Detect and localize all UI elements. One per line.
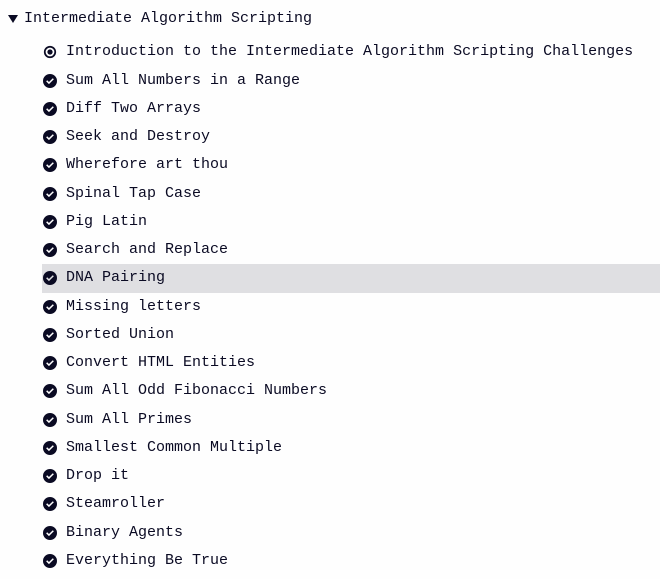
check-circle-icon (42, 412, 58, 428)
challenge-item[interactable]: DNA Pairing (42, 264, 660, 292)
challenge-label: Spinal Tap Case (66, 181, 201, 207)
challenge-item[interactable]: Everything Be True (42, 547, 660, 575)
challenge-label: Sum All Odd Fibonacci Numbers (66, 378, 327, 404)
challenge-item[interactable]: Missing letters (42, 293, 660, 321)
check-circle-icon (42, 327, 58, 343)
challenge-item[interactable]: Binary Agents (42, 519, 660, 547)
check-circle-icon (42, 299, 58, 315)
check-circle-icon (42, 525, 58, 541)
challenge-item[interactable]: Seek and Destroy (42, 123, 660, 151)
challenge-item[interactable]: Diff Two Arrays (42, 95, 660, 123)
challenge-label: Seek and Destroy (66, 124, 210, 150)
challenge-label: Pig Latin (66, 209, 147, 235)
challenge-label: Introduction to the Intermediate Algorit… (66, 39, 633, 65)
challenge-label: Wherefore art thou (66, 152, 228, 178)
challenge-item[interactable]: Sum All Primes (42, 406, 660, 434)
check-circle-icon (42, 157, 58, 173)
challenge-label: Search and Replace (66, 237, 228, 263)
challenge-item[interactable]: Introduction to the Intermediate Algorit… (42, 38, 660, 66)
challenge-item[interactable]: Convert HTML Entities (42, 349, 660, 377)
check-circle-icon (42, 242, 58, 258)
section-header[interactable]: Intermediate Algorithm Scripting (0, 4, 660, 38)
challenge-item[interactable]: Smallest Common Multiple (42, 434, 660, 462)
challenge-item[interactable]: Sum All Numbers in a Range (42, 67, 660, 95)
challenge-item[interactable]: Wherefore art thou (42, 151, 660, 179)
challenge-item[interactable]: Spinal Tap Case (42, 180, 660, 208)
check-circle-icon (42, 383, 58, 399)
challenge-item[interactable]: Sorted Union (42, 321, 660, 349)
challenge-list: Introduction to the Intermediate Algorit… (0, 38, 660, 575)
section-title: Intermediate Algorithm Scripting (24, 6, 312, 32)
challenge-item[interactable]: Steamroller (42, 490, 660, 518)
check-circle-icon (42, 496, 58, 512)
challenge-label: Smallest Common Multiple (66, 435, 282, 461)
check-circle-icon (42, 553, 58, 569)
challenge-item[interactable]: Search and Replace (42, 236, 660, 264)
check-circle-icon (42, 214, 58, 230)
check-circle-icon (42, 186, 58, 202)
radio-selected-icon (42, 44, 58, 60)
challenge-label: Missing letters (66, 294, 201, 320)
challenge-label: DNA Pairing (66, 265, 165, 291)
challenge-label: Sum All Primes (66, 407, 192, 433)
check-circle-icon (42, 101, 58, 117)
challenge-item[interactable]: Drop it (42, 462, 660, 490)
caret-down-icon (6, 14, 20, 24)
challenge-item[interactable]: Pig Latin (42, 208, 660, 236)
challenge-label: Binary Agents (66, 520, 183, 546)
challenge-label: Steamroller (66, 491, 165, 517)
check-circle-icon (42, 355, 58, 371)
challenge-label: Sorted Union (66, 322, 174, 348)
challenge-label: Convert HTML Entities (66, 350, 255, 376)
challenge-item[interactable]: Sum All Odd Fibonacci Numbers (42, 377, 660, 405)
check-circle-icon (42, 73, 58, 89)
challenge-label: Diff Two Arrays (66, 96, 201, 122)
challenge-label: Drop it (66, 463, 129, 489)
challenge-label: Sum All Numbers in a Range (66, 68, 300, 94)
check-circle-icon (42, 129, 58, 145)
challenge-label: Everything Be True (66, 548, 228, 574)
check-circle-icon (42, 270, 58, 286)
check-circle-icon (42, 468, 58, 484)
check-circle-icon (42, 440, 58, 456)
